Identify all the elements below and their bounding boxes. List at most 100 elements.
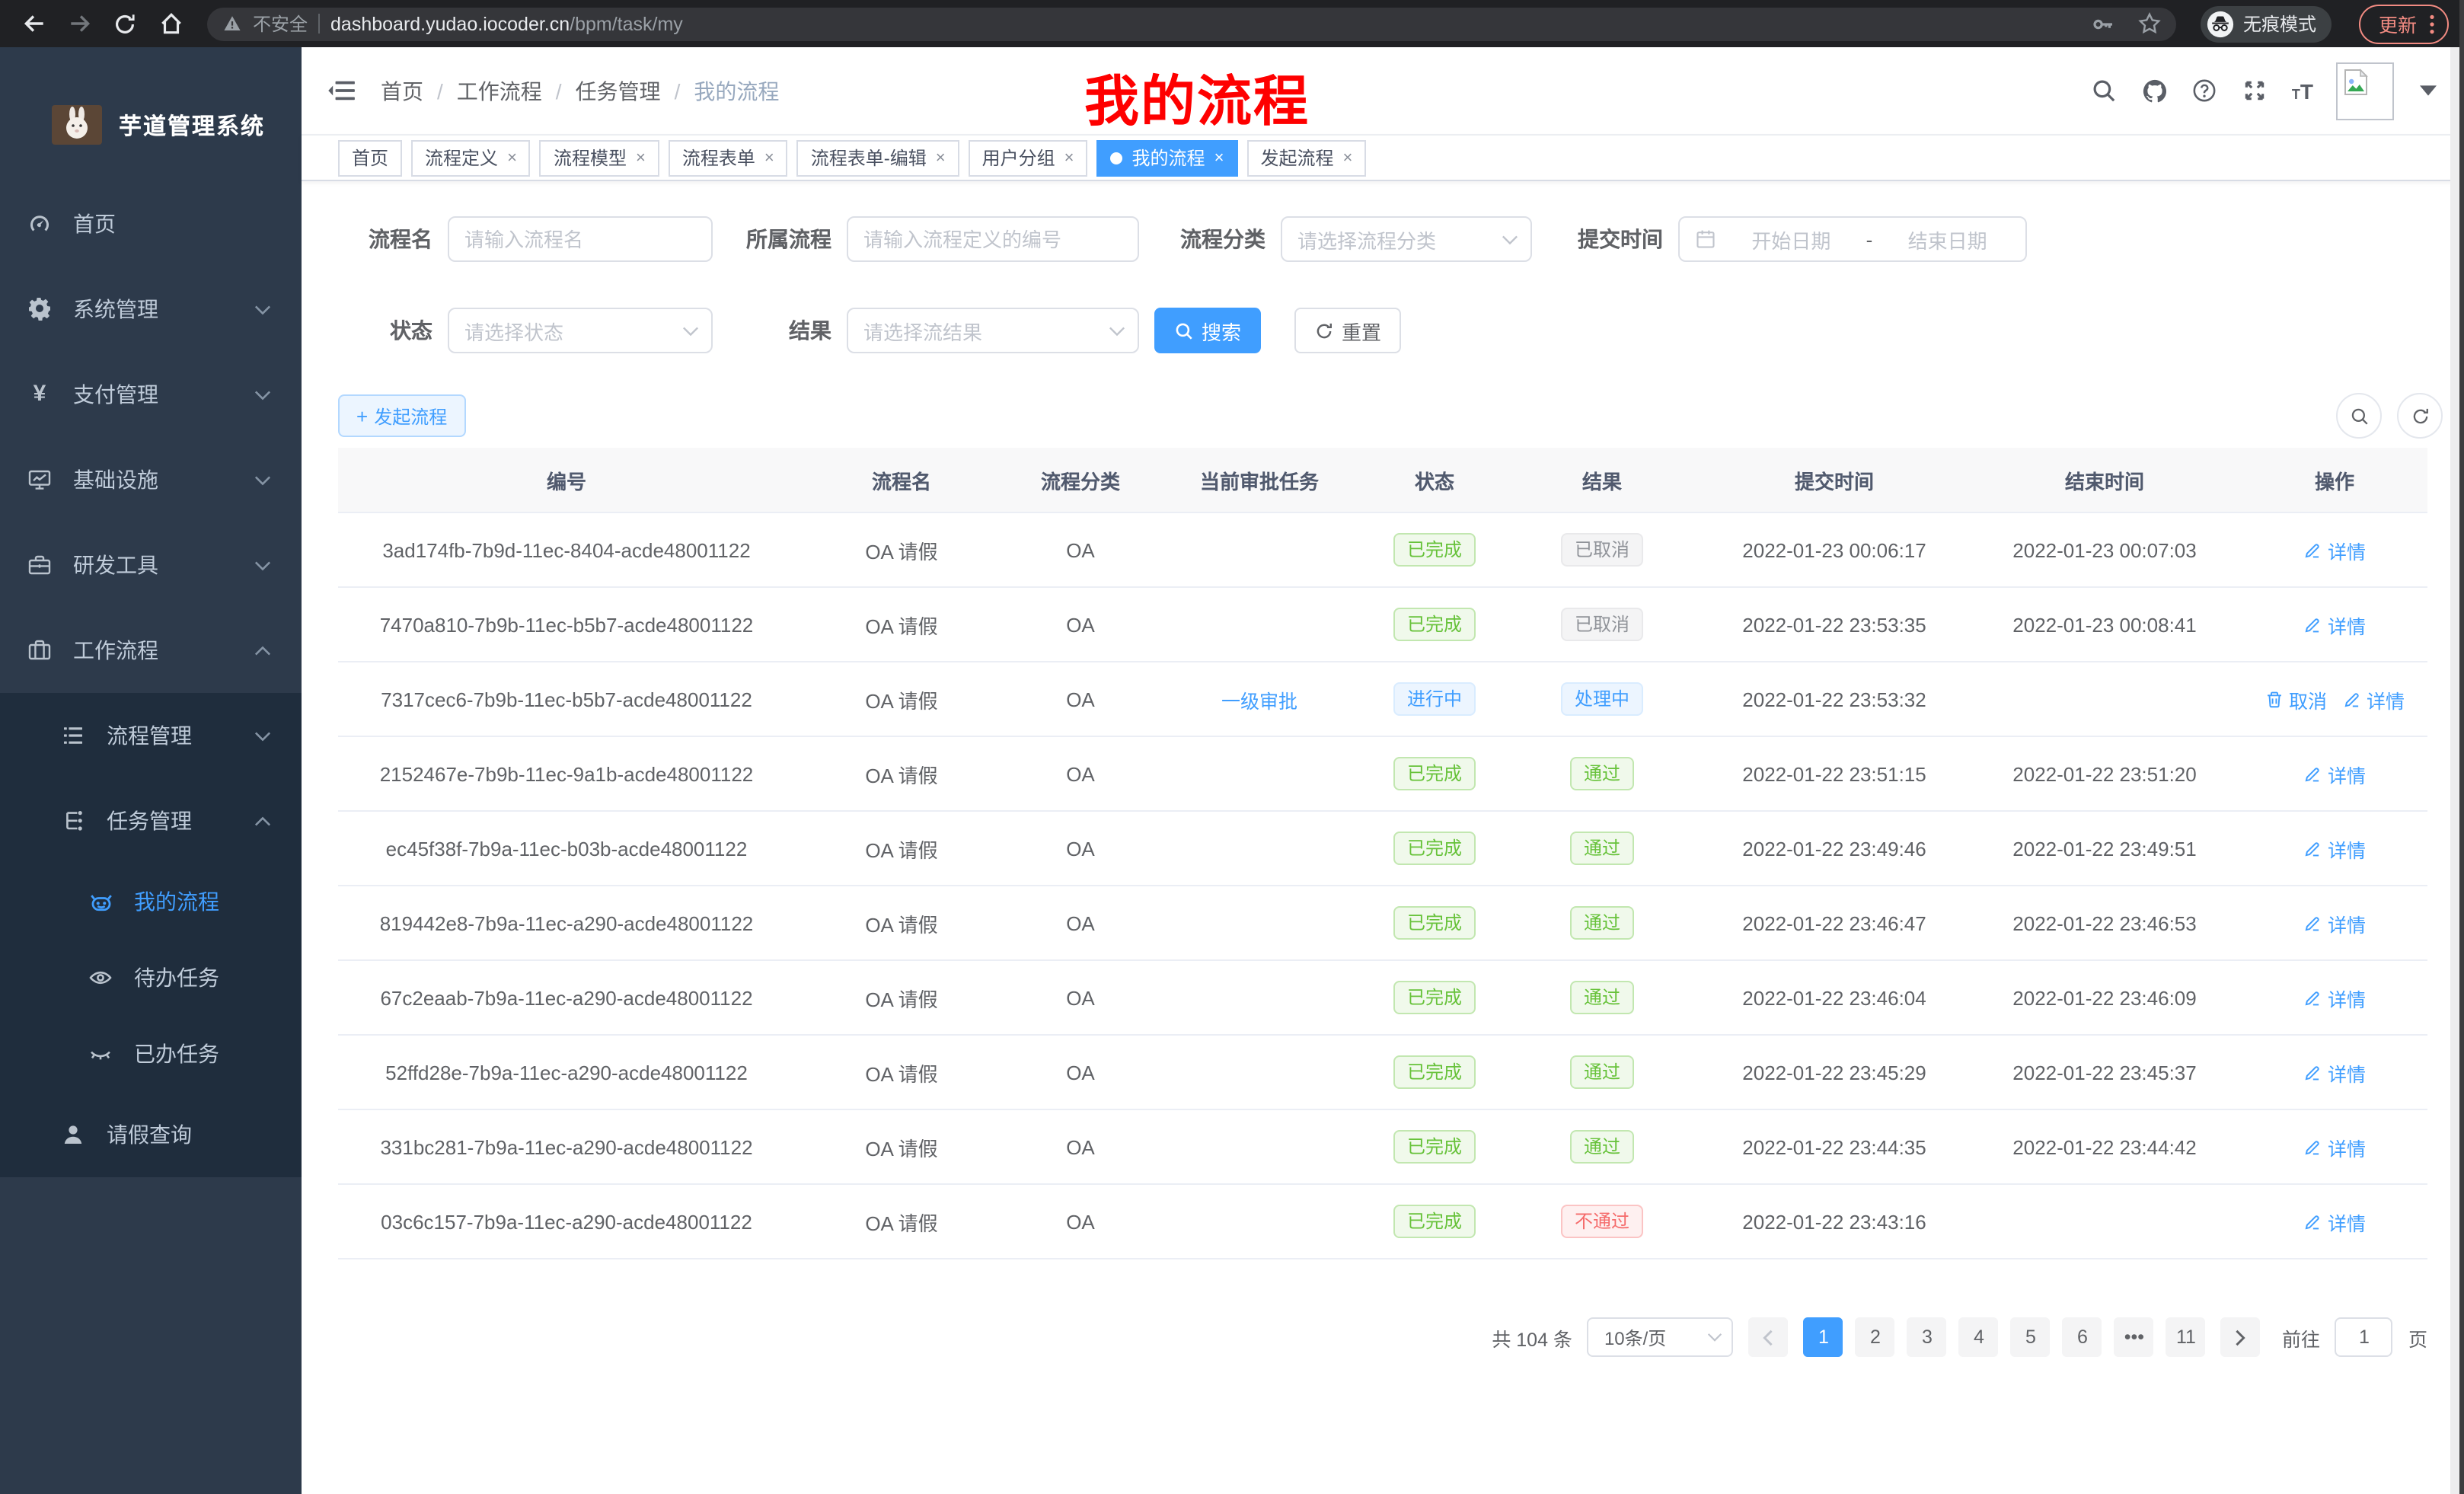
cell-current-task: 一级审批 [1153, 685, 1366, 713]
sidebar-item-infrastructure[interactable]: 基础设施 [0, 437, 302, 522]
cell-actions: 取消详情 [2242, 685, 2427, 713]
sidebar-item-leave-query[interactable]: 请假查询 [0, 1092, 302, 1177]
refresh-table-button[interactable] [2397, 393, 2443, 439]
sidebar-item-task-mgmt[interactable]: 任务管理 [0, 778, 302, 864]
more-pages-button[interactable]: ••• [2115, 1317, 2154, 1357]
filter-name-input[interactable] [448, 216, 713, 262]
avatar-caret-icon[interactable] [2420, 85, 2437, 96]
filter-result-select[interactable]: 请选择流结果 [847, 308, 1139, 353]
column-header: 提交时间 [1701, 465, 1968, 494]
sidebar-collapse-icon[interactable] [327, 78, 356, 104]
bookmark-star-icon[interactable] [2138, 12, 2161, 35]
action-label: 详情 [2328, 1058, 2366, 1087]
sidebar-item-my-process[interactable]: 我的流程 [0, 864, 302, 940]
detail-action-link[interactable]: 详情 [2342, 685, 2405, 713]
sidebar-item-devtools[interactable]: 研发工具 [0, 522, 302, 608]
next-page-button[interactable] [2221, 1317, 2261, 1357]
close-tab-icon[interactable]: × [636, 148, 646, 167]
detail-action-link[interactable]: 详情 [2303, 908, 2366, 937]
cancel-action-link[interactable]: 取消 [2265, 685, 2327, 713]
fullscreen-icon[interactable] [2242, 77, 2269, 104]
close-tab-icon[interactable]: × [936, 148, 946, 167]
sidebar-item-todo-tasks[interactable]: 待办任务 [0, 940, 302, 1016]
table-body: 3ad174fb-7b9d-11ec-8404-acde48001122OA 请… [338, 513, 2427, 1259]
tab-process-form-edit[interactable]: 流程表单-编辑× [797, 139, 959, 176]
page-button-4[interactable]: 4 [1959, 1317, 1999, 1357]
password-key-icon[interactable] [2091, 11, 2115, 36]
table-toolbar: + 发起流程 [338, 393, 2443, 439]
avatar[interactable] [2336, 62, 2394, 120]
sidebar-item-home[interactable]: 首页 [0, 181, 302, 267]
close-tab-icon[interactable]: × [1342, 148, 1352, 167]
close-tab-icon[interactable]: × [764, 148, 774, 167]
current-task-link[interactable]: 一级审批 [1221, 685, 1297, 713]
tab-my-process[interactable]: 我的流程× [1097, 139, 1238, 176]
search-button[interactable]: 搜索 [1154, 308, 1261, 353]
tab-user-group[interactable]: 用户分组× [969, 139, 1088, 176]
active-tab-dot [1111, 152, 1123, 164]
trash-icon [2265, 689, 2284, 709]
detail-action-link[interactable]: 详情 [2303, 1132, 2366, 1161]
cell-id: 7470a810-7b9b-11ec-b5b7-acde48001122 [338, 613, 795, 636]
page-button-5[interactable]: 5 [2011, 1317, 2051, 1357]
breadcrumb-item[interactable]: 任务管理 [576, 75, 661, 106]
sidebar-item-system[interactable]: 系统管理 [0, 267, 302, 352]
browser-forward-icon[interactable] [61, 5, 97, 42]
tab-process-model[interactable]: 流程模型× [540, 139, 659, 176]
close-tab-icon[interactable]: × [507, 148, 517, 167]
tab-process-definition[interactable]: 流程定义× [411, 139, 531, 176]
sidebar-item-workflow[interactable]: 工作流程 [0, 608, 302, 693]
detail-action-link[interactable]: 详情 [2303, 1207, 2366, 1236]
sidebar-item-done-tasks[interactable]: 已办任务 [0, 1016, 302, 1092]
browser-address-bar[interactable]: 不安全 dashboard.yudao.iocoder.cn /bpm/task… [207, 7, 2176, 40]
detail-action-link[interactable]: 详情 [2303, 610, 2366, 639]
page-button-3[interactable]: 3 [1907, 1317, 1947, 1357]
date-separator: - [1866, 228, 1873, 251]
toggle-search-button[interactable] [2336, 393, 2382, 439]
detail-action-link[interactable]: 详情 [2303, 535, 2366, 564]
page-button-2[interactable]: 2 [1856, 1317, 1895, 1357]
browser-reload-icon[interactable] [107, 5, 143, 42]
detail-action-link[interactable]: 详情 [2303, 1058, 2366, 1087]
detail-action-link[interactable]: 详情 [2303, 983, 2366, 1012]
filter-status-select[interactable]: 请选择状态 [448, 308, 713, 353]
font-size-icon[interactable]: TT [2292, 78, 2313, 103]
close-tab-icon[interactable]: × [1214, 148, 1224, 167]
scrollbar[interactable] [2450, 47, 2459, 1494]
page-size-select[interactable]: 10条/页 [1588, 1317, 1734, 1357]
browser-back-icon[interactable] [15, 5, 52, 42]
detail-action-link[interactable]: 详情 [2303, 759, 2366, 788]
page-button-6[interactable]: 6 [2063, 1317, 2102, 1357]
update-button[interactable]: 更新 [2359, 4, 2449, 43]
filter-submit-time-label: 提交时间 [1562, 224, 1663, 254]
cell-result: 通过 [1503, 906, 1701, 940]
prev-page-button[interactable] [1749, 1317, 1789, 1357]
detail-action-link[interactable]: 详情 [2303, 834, 2366, 863]
goto-page-input[interactable] [2335, 1317, 2393, 1357]
cell-id: 2152467e-7b9b-11ec-9a1b-acde48001122 [338, 762, 795, 785]
sidebar-item-process-mgmt[interactable]: 流程管理 [0, 693, 302, 778]
tab-home[interactable]: 首页 [338, 139, 402, 176]
close-tab-icon[interactable]: × [1064, 148, 1074, 167]
breadcrumb-item[interactable]: 工作流程 [457, 75, 542, 106]
github-icon[interactable] [2141, 77, 2169, 104]
list-icon [61, 723, 85, 748]
tab-start-process[interactable]: 发起流程× [1246, 139, 1366, 176]
sidebar-item-label: 已办任务 [134, 1039, 219, 1069]
chevron-down-icon [254, 389, 271, 400]
tab-process-form[interactable]: 流程表单× [669, 139, 788, 176]
page-button-11[interactable]: 11 [2166, 1317, 2206, 1357]
search-icon[interactable] [2091, 77, 2118, 104]
calendar-icon [1695, 228, 1716, 250]
filter-category-select[interactable]: 请选择流程分类 [1281, 216, 1532, 262]
breadcrumb-item[interactable]: 首页 [381, 75, 423, 106]
help-icon[interactable] [2191, 77, 2219, 104]
reset-button[interactable]: 重置 [1294, 308, 1401, 353]
create-process-button[interactable]: + 发起流程 [338, 394, 465, 437]
browser-menu-dots-icon[interactable] [2429, 13, 2435, 34]
filter-date-range[interactable]: 开始日期 - 结束日期 [1678, 216, 2027, 262]
browser-home-icon[interactable] [152, 5, 189, 42]
sidebar-item-payment[interactable]: ¥支付管理 [0, 352, 302, 437]
filter-definition-input[interactable] [847, 216, 1139, 262]
page-button-1[interactable]: 1 [1804, 1317, 1843, 1357]
